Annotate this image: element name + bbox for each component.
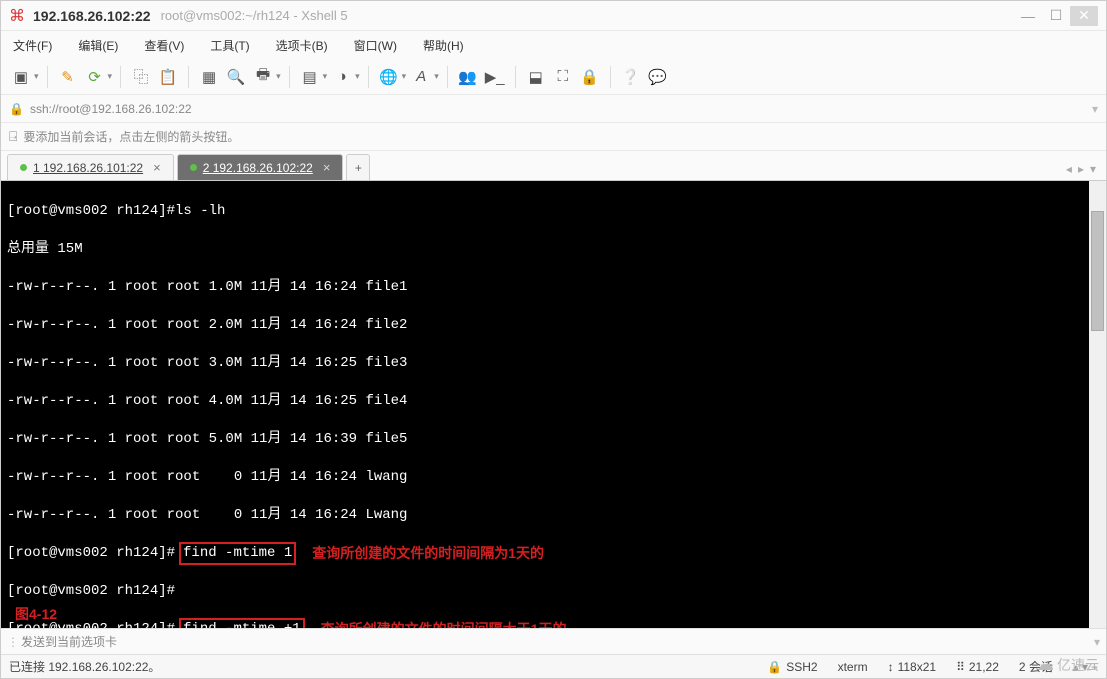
lock-session-icon[interactable]: 🔒 [578,65,602,89]
hint-text: 要添加当前会话，点击左侧的箭头按钮。 [23,128,239,145]
chat-icon[interactable]: 💬 [646,65,670,89]
tab-session-2[interactable]: 2 192.168.26.102:22 × [177,154,344,180]
users-icon[interactable]: 👥 [456,65,480,89]
hint-arrow-icon[interactable]: ⍈ [9,128,17,145]
font-icon[interactable]: A [409,65,433,89]
address-dropdown-icon[interactable]: ▾ [1092,102,1098,116]
status-cursor: ⠿ 21,22 [956,660,999,674]
tab-session-1[interactable]: 1 192.168.26.101:22 × [7,154,174,180]
find-cmd-2: find -mtime +1 [179,618,305,628]
close-button[interactable]: ✕ [1070,6,1098,26]
help-icon[interactable]: ❔ [619,65,643,89]
status-bar: 已连接 192.168.26.102:22。 🔒 SSH2 xterm ↕ 11… [1,654,1106,678]
highlight-icon[interactable]: ✎ [56,65,80,89]
status-size: ↕ 118x21 [888,660,936,674]
tab-menu-icon[interactable]: ▾ [1090,162,1096,176]
address-text: ssh://root@192.168.26.102:22 [30,102,192,116]
status-dot-icon [190,164,197,171]
annotation-1: 查询所创建的文件的时间间隔为1天的 [312,544,544,563]
send-dropdown-icon[interactable]: ▾ [1094,635,1100,649]
properties-icon[interactable]: ▦ [197,65,221,89]
lock-icon: 🔒 [9,102,24,116]
menu-view[interactable]: 查看(V) [138,34,190,57]
status-protocol: 🔒 SSH2 [767,660,817,674]
status-dot-icon [20,164,27,171]
tab-close-icon[interactable]: × [323,160,331,175]
annotation-2: 查询所创建的文件的时间间隔大于1天的 [321,620,567,628]
cloud-icon: ☁ [1036,654,1054,675]
globe-icon[interactable]: 🌐 [377,65,401,89]
status-connection: 已连接 192.168.26.102:22。 [9,658,160,675]
menu-window[interactable]: 窗口(W) [348,34,403,57]
maximize-button[interactable]: ☐ [1042,6,1070,26]
tab-nav: ◂ ▸ ▾ [1062,158,1100,180]
new-session-icon[interactable]: ▣ [9,65,33,89]
menu-edit[interactable]: 编辑(E) [72,34,124,57]
tab-close-icon[interactable]: × [153,160,161,175]
window-title-sub: root@vms002:~/rh124 - Xshell 5 [161,8,348,23]
session-tabs: 1 192.168.26.101:22 × 2 192.168.26.102:2… [1,151,1106,181]
tab-next-icon[interactable]: ▸ [1078,162,1084,176]
menu-bar: 文件(F) 编辑(E) 查看(V) 工具(T) 选项卡(B) 窗口(W) 帮助(… [1,31,1106,59]
title-bar: ⌘ 192.168.26.102:22 root@vms002:~/rh124 … [1,1,1106,31]
status-term: xterm [838,660,868,674]
menu-file[interactable]: 文件(F) [7,34,58,57]
toggle1-icon[interactable]: ⬓ [524,65,548,89]
toolbar: ▣▾ ✎ ⟳▾ ⿻ 📋 ▦ 🔍 🖶▾ ▤▾ ◑▾ 🌐▾ A▾ 👥 ▶_ ⬓ ⛶ … [1,59,1106,95]
tab-add-button[interactable]: + [346,154,370,180]
menu-tabs[interactable]: 选项卡(B) [270,34,334,57]
tab-prev-icon[interactable]: ◂ [1066,162,1072,176]
figure-label: 图4-12 [15,605,57,624]
menu-tools[interactable]: 工具(T) [204,34,255,57]
fullscreen-icon[interactable]: ⛶ [551,65,575,89]
paste-icon[interactable]: 📋 [156,65,180,89]
app-icon: ⌘ [9,6,25,26]
tab-label: 1 192.168.26.101:22 [33,161,143,175]
terminal-view[interactable]: [root@vms002 rh124]# ls -lh 总用量 15M -rw-… [1,181,1106,628]
reconnect-icon[interactable]: ⟳ [83,65,107,89]
print-icon[interactable]: 🖶 [251,65,275,89]
color-icon[interactable]: ◑ [330,65,354,89]
send-placeholder: 发送到当前选项卡 [21,633,117,650]
copy-icon[interactable]: ⿻ [129,65,153,89]
layout-icon[interactable]: ▤ [298,65,322,89]
tab-label: 2 192.168.26.102:22 [203,161,313,175]
find-cmd-1: find -mtime 1 [179,542,296,565]
menu-help[interactable]: 帮助(H) [417,34,470,57]
minimize-button[interactable]: — [1014,6,1042,26]
send-bar[interactable]: ⋮⋮ 发送到当前选项卡 ▾ [1,628,1106,654]
send-handle-icon[interactable]: ⋮⋮ [7,635,21,649]
watermark: ☁亿速云 [1036,654,1099,675]
address-bar[interactable]: 🔒 ssh://root@192.168.26.102:22 ▾ [1,95,1106,123]
shell-icon[interactable]: ▶_ [483,65,507,89]
search-icon[interactable]: 🔍 [224,65,248,89]
window-title-main: 192.168.26.102:22 [33,8,151,24]
terminal-scrollbar[interactable] [1089,181,1106,628]
hint-bar: ⍈ 要添加当前会话，点击左侧的箭头按钮。 [1,123,1106,151]
